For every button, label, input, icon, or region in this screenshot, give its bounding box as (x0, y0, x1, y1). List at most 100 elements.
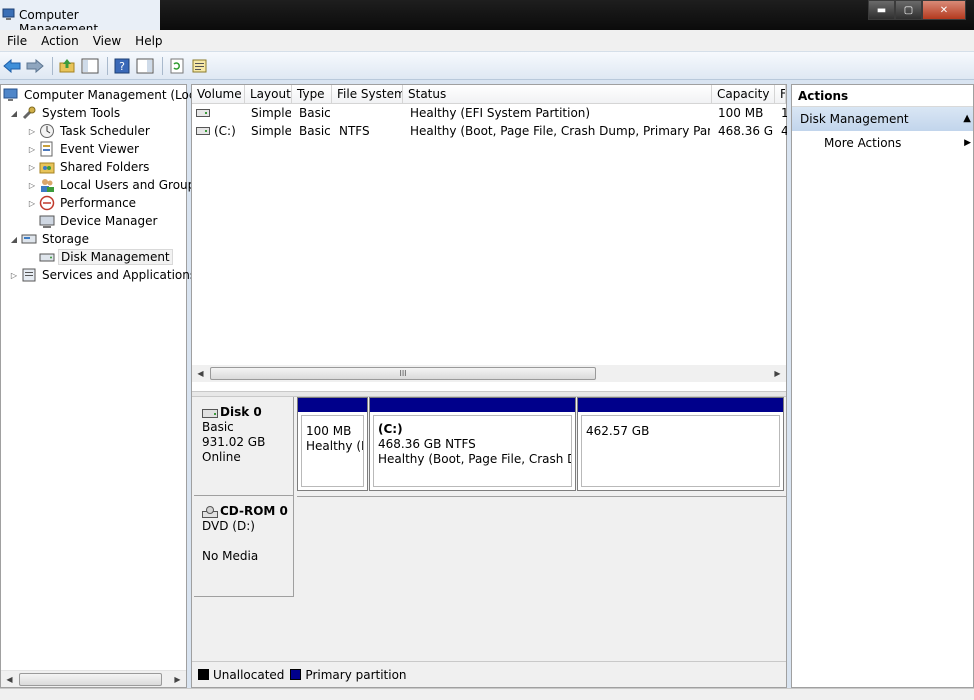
scroll-right-arrow-icon[interactable]: ▶ (769, 365, 786, 382)
volume-drive-icon (196, 109, 210, 117)
tree-item-disk-management[interactable]: Disk Management (39, 248, 173, 266)
submenu-arrow-icon: ▶ (964, 138, 971, 148)
menu-bar: File Action View Help (0, 30, 974, 52)
collapse-up-icon[interactable]: ▲ (963, 107, 971, 131)
collapsed-arrow-icon[interactable]: ▷ (27, 181, 37, 190)
close-button[interactable]: ✕ (922, 0, 966, 20)
tree-horizontal-scrollbar[interactable]: ◀ ▶ (1, 670, 186, 687)
scroll-thumb[interactable] (19, 673, 162, 686)
tree-item-services-and-applications[interactable]: ▷ Services and Applications (9, 266, 198, 284)
column-header-capacity[interactable]: Capacity (712, 85, 775, 104)
users-icon (41, 179, 54, 192)
back-arrow-icon[interactable] (2, 56, 22, 76)
disk-size (202, 534, 293, 549)
volume-list-horizontal-scrollbar[interactable]: ◀ III ▶ (192, 365, 786, 382)
column-header-volume[interactable]: Volume (192, 85, 245, 104)
legend-label-primary-partition: Primary partition (305, 667, 407, 682)
cd-drive-icon (202, 505, 218, 518)
cdrom-0-label[interactable]: CD-ROM 0 DVD (D:) No Media (194, 496, 294, 597)
disk-map: Disk 0 Basic 931.02 GB Online 100 MB Hea… (192, 397, 786, 667)
collapsed-arrow-icon[interactable]: ▷ (9, 271, 19, 280)
partition-unlabeled[interactable]: 462.57 GB (577, 397, 784, 491)
disk-management-pane: Volume Layout Type File System Status Ca… (191, 84, 787, 688)
partition-c[interactable]: (C:) 468.36 GB NTFS Healthy (Boot, Page … (369, 397, 576, 491)
disk-0-label[interactable]: Disk 0 Basic 931.02 GB Online (194, 397, 294, 496)
disk-name: CD-ROM 0 (220, 504, 288, 518)
collapsed-arrow-icon[interactable]: ▷ (27, 199, 37, 208)
primary-partition-bar (370, 398, 575, 412)
tree-item-label: Local Users and Groups (60, 178, 202, 192)
show-hide-console-tree-icon[interactable] (80, 56, 100, 76)
device-manager-icon (39, 215, 55, 228)
tree-item-event-viewer[interactable]: ▷ Event Viewer (27, 140, 141, 158)
tree-item-label: Device Manager (60, 214, 158, 228)
minimize-button[interactable]: ▬ (868, 0, 895, 20)
up-folder-icon[interactable] (57, 56, 77, 76)
partition-size: 468.36 GB NTFS (378, 437, 476, 451)
disk-state: Online (202, 450, 241, 464)
scroll-thumb[interactable]: III (210, 367, 596, 380)
cell-status: Healthy (Boot, Page File, Crash Dump, Pr… (410, 124, 710, 138)
tree-item-shared-folders[interactable]: ▷ Shared Folders (27, 158, 151, 176)
tree-item-computer-management[interactable]: Computer Management (Local (3, 86, 208, 104)
legend: Unallocated Primary partition (192, 661, 786, 687)
primary-partition-bar (298, 398, 367, 412)
shared-folder-icon (39, 162, 55, 174)
collapsed-arrow-icon[interactable]: ▷ (27, 127, 37, 136)
primary-partition-swatch (290, 669, 302, 680)
menu-action[interactable]: Action (34, 34, 86, 48)
tree-item-label: Event Viewer (60, 142, 139, 156)
legend-label-unallocated: Unallocated (213, 667, 285, 682)
scroll-left-arrow-icon[interactable]: ◀ (1, 671, 18, 688)
partition-size: 100 MB (306, 424, 352, 438)
expanded-arrow-icon[interactable]: ◢ (9, 235, 19, 244)
scroll-left-arrow-icon[interactable]: ◀ (192, 365, 209, 382)
show-hide-action-pane-icon[interactable] (135, 56, 155, 76)
properties-icon[interactable] (190, 56, 210, 76)
column-header-file-system[interactable]: File System (332, 85, 403, 104)
cell-status: Healthy (EFI System Partition) (410, 106, 591, 120)
expanded-arrow-icon[interactable]: ◢ (9, 109, 19, 118)
tree-item-storage[interactable]: ◢ Storage (9, 230, 91, 248)
column-header-free-space[interactable]: F (775, 85, 786, 104)
forward-arrow-icon[interactable] (25, 56, 45, 76)
column-header-type[interactable]: Type (292, 85, 332, 104)
tree-item-performance[interactable]: ▷ Performance (27, 194, 138, 212)
actions-section-label: Disk Management (800, 112, 909, 126)
column-header-layout[interactable]: Layout (245, 85, 292, 104)
cell-capacity: 468.36 GB (718, 124, 774, 138)
disk-size: 931.02 GB (202, 435, 266, 449)
partition-title: (C:) (378, 422, 403, 436)
maximize-button[interactable]: ▢ (895, 0, 922, 20)
menu-file[interactable]: File (0, 34, 34, 48)
cell-layout: Simple (251, 124, 291, 138)
column-header-status[interactable]: Status (403, 85, 712, 104)
actions-pane: Actions Disk Management ▲ More Actions ▶ (791, 84, 974, 688)
cell-capacity: 100 MB (718, 106, 764, 120)
partition-status: Healthy (Boot, Page File, Crash Dum (378, 452, 571, 466)
refresh-icon[interactable] (167, 56, 187, 76)
actions-section-disk-management[interactable]: Disk Management ▲ (792, 107, 973, 131)
tree-item-device-manager[interactable]: Device Manager (39, 212, 159, 230)
menu-view[interactable]: View (86, 34, 128, 48)
tools-icon (22, 106, 36, 120)
tree-item-label: Disk Management (58, 249, 173, 265)
title-bar-caption-area: Computer Management (0, 0, 160, 36)
tree-item-label: Performance (60, 196, 137, 210)
partition-efi[interactable]: 100 MB Healthy (EFI (297, 397, 368, 491)
tree-item-system-tools[interactable]: ◢ System Tools (9, 104, 122, 122)
scroll-right-arrow-icon[interactable]: ▶ (169, 671, 186, 688)
performance-icon (39, 195, 55, 211)
window-controls: ▬ ▢ ✕ (868, 0, 966, 20)
tree-item-local-users-and-groups[interactable]: ▷ Local Users and Groups (27, 176, 204, 194)
partition-status: Healthy (EFI (306, 439, 363, 453)
collapsed-arrow-icon[interactable]: ▷ (27, 145, 37, 154)
collapsed-arrow-icon[interactable]: ▷ (27, 163, 37, 172)
unallocated-swatch (198, 669, 209, 680)
svg-text:?: ? (119, 60, 125, 73)
disk-management-icon (39, 253, 55, 262)
tree-item-task-scheduler[interactable]: ▷ Task Scheduler (27, 122, 152, 140)
menu-help[interactable]: Help (128, 34, 169, 48)
more-actions-item[interactable]: More Actions ▶ (792, 131, 973, 155)
help-icon[interactable]: ? (112, 56, 132, 76)
